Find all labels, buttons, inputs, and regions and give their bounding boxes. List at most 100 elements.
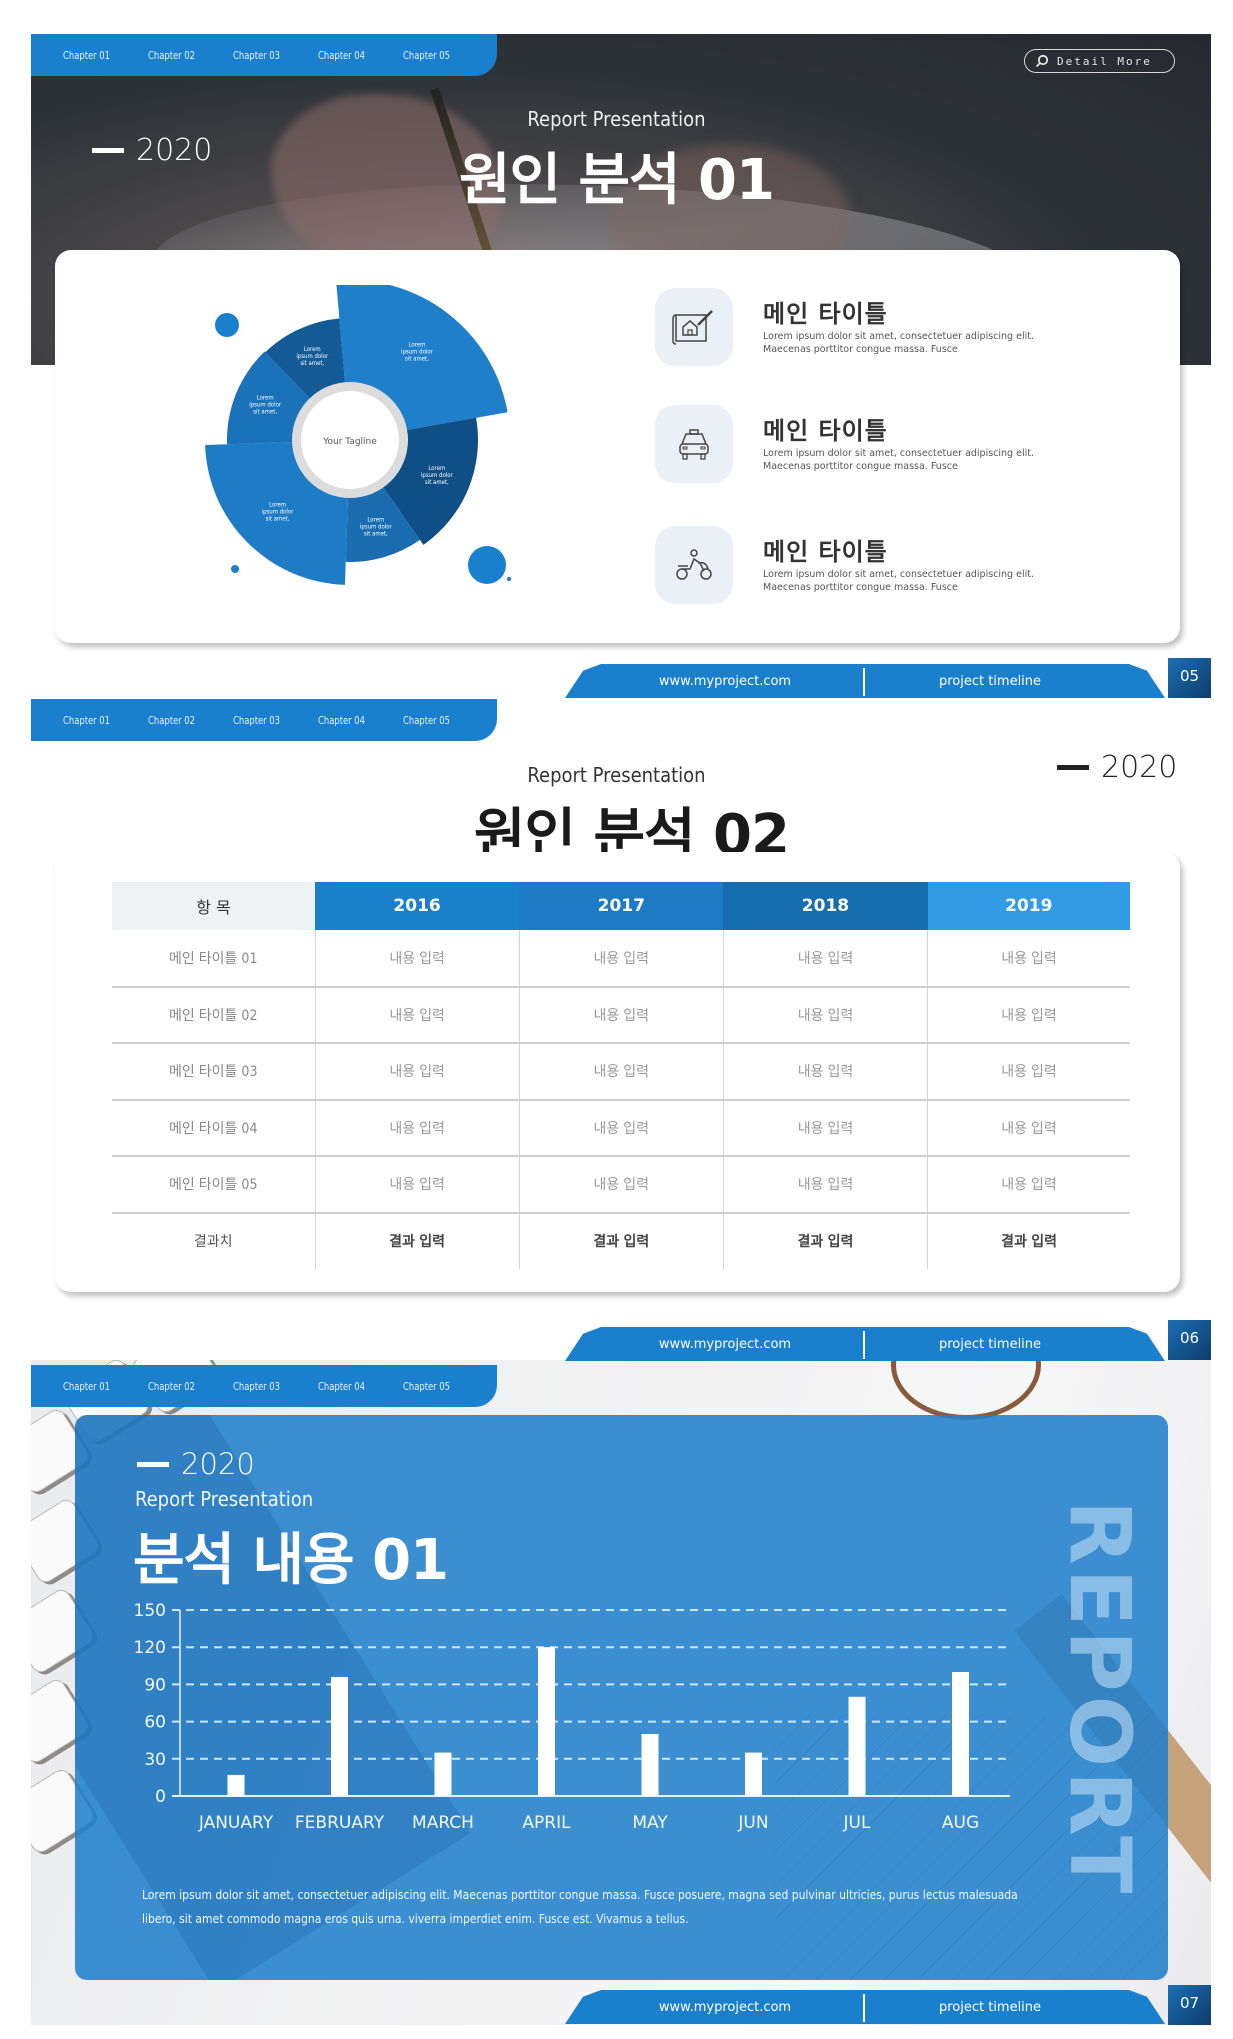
table-cell[interactable]: 내용 입력	[927, 1099, 1130, 1157]
row-label-cell[interactable]: 메인 타이틀 03	[112, 1043, 315, 1101]
donut-center-label: Your Tagline	[322, 437, 377, 447]
table-cell[interactable]: 결과 입력	[927, 1212, 1130, 1269]
column-header-2018: 2018	[723, 882, 928, 930]
table-cell[interactable]: 내용 입력	[314, 986, 520, 1044]
donut-segment-label: ipsum dolor	[249, 402, 282, 409]
decor-dot	[215, 313, 239, 337]
decor-dot	[468, 546, 506, 584]
table-header-row: 항 목 2016 2017 2018 2019	[112, 882, 1130, 930]
table-cell[interactable]: 내용 입력	[518, 1043, 724, 1101]
chapter-tab-5[interactable]: Chapter 05	[403, 1380, 475, 1393]
table-cell[interactable]: 내용 입력	[722, 986, 928, 1044]
detail-more-button[interactable]: Detail More	[1024, 49, 1175, 73]
report-vertical-watermark: REPORT	[1051, 1500, 1149, 1898]
table-cell[interactable]: 내용 입력	[722, 1156, 928, 1214]
row-label-cell[interactable]: 메인 타이틀 04	[112, 1099, 315, 1157]
table-cell[interactable]: 내용 입력	[927, 930, 1130, 988]
table-cell[interactable]: 결과 입력	[314, 1212, 520, 1269]
slide3-top-footer-overlap	[565, 1322, 1165, 1356]
donut-segment-label: ipsum dolor	[262, 508, 295, 515]
chapter-tab-5[interactable]: Chapter 05	[403, 49, 475, 62]
slide3-year-text: 2020	[181, 1447, 255, 1481]
page-number: 05	[1168, 658, 1211, 698]
slide3-chapter-nav: Chapter 01 Chapter 02 Chapter 03 Chapter…	[31, 1365, 497, 1407]
slide2-subtitle: Report Presentation	[527, 763, 706, 787]
page-number: 07	[1168, 1985, 1211, 2025]
footer-url-link[interactable]: www.myproject.com	[605, 1990, 845, 2024]
donut-segment-label: Lorem	[304, 346, 321, 353]
feature-desc: Lorem ipsum dolor sit amet, consectetuer…	[763, 448, 1034, 472]
glasses-decor	[891, 1360, 1041, 1420]
detail-more-label: Detail More	[1057, 54, 1152, 68]
column-header-2019: 2019	[927, 882, 1130, 930]
chapter-tab-4[interactable]: Chapter 04	[318, 49, 390, 62]
feature-item-2: 메인 타이틀 Lorem ipsum dolor sit amet, conse…	[655, 405, 1075, 485]
table-result-row: 결과치 결과 입력 결과 입력 결과 입력 결과 입력	[112, 1212, 1130, 1270]
chapter-tab-3[interactable]: Chapter 03	[233, 1380, 305, 1393]
slide3-paragraph: Lorem ipsum dolor sit amet, consectetuer…	[142, 1888, 1018, 1926]
feature-title: 메인 타이틀	[763, 538, 888, 566]
donut-segment-label: ipsum dolor	[360, 523, 393, 530]
row-label-cell[interactable]: 메인 타이틀 05	[112, 1156, 315, 1214]
chapter-tab-3[interactable]: Chapter 03	[233, 714, 305, 727]
slide3-subtitle: Report Presentation	[135, 1487, 314, 1511]
chapter-tab-3[interactable]: Chapter 03	[233, 49, 305, 62]
chapter-tab-1[interactable]: Chapter 01	[63, 49, 135, 62]
chapter-tab-2[interactable]: Chapter 02	[148, 1380, 220, 1393]
table-cell[interactable]: 내용 입력	[518, 1156, 724, 1214]
table-row: 메인 타이틀 01 내용 입력 내용 입력 내용 입력 내용 입력	[112, 930, 1130, 988]
chapter-tab-2[interactable]: Chapter 02	[148, 714, 220, 727]
feature-desc: Lorem ipsum dolor sit amet, consectetuer…	[763, 569, 1034, 593]
footer-divider	[863, 1994, 865, 2022]
table-cell[interactable]: 내용 입력	[518, 986, 724, 1044]
donut-segment-label: ipsum dolor	[401, 349, 434, 356]
table-cell[interactable]: 내용 입력	[314, 1043, 520, 1101]
donut-segment-label: sit amet,	[266, 515, 290, 522]
decor-dot	[507, 577, 511, 581]
chapter-tab-1[interactable]: Chapter 01	[63, 1380, 135, 1393]
slide3-title: 분석 내용 01	[133, 1528, 449, 1593]
house-blueprint-icon	[655, 288, 733, 366]
feature-title: 메인 타이틀	[763, 300, 888, 328]
slide1-subtitle: Report Presentation	[527, 107, 706, 131]
chapter-tab-2[interactable]: Chapter 02	[148, 49, 220, 62]
data-table: 항 목 2016 2017 2018 2019 메인 타이틀 01 내용 입력 내용…	[112, 882, 1130, 1269]
chapter-tab-5[interactable]: Chapter 05	[403, 714, 475, 727]
slide1-footer: www.myproject.com project timeline	[565, 664, 1165, 698]
table-row: 메인 타이틀 02 내용 입력 내용 입력 내용 입력 내용 입력	[112, 986, 1130, 1044]
donut-segment-label: Lorem	[367, 516, 384, 523]
table-cell[interactable]: 내용 입력	[314, 1156, 520, 1214]
table-cell[interactable]: 결과 입력	[518, 1212, 724, 1269]
footer-url-link[interactable]: www.myproject.com	[605, 664, 845, 698]
dash-decoration	[137, 1461, 169, 1467]
table-cell[interactable]: 내용 입력	[314, 1099, 520, 1157]
table-cell[interactable]: 내용 입력	[927, 1156, 1130, 1214]
donut-diagram: Your Tagline Loremipsum dolorsit amet,Lo…	[205, 285, 511, 585]
table-row: 메인 타이틀 05 내용 입력 내용 입력 내용 입력 내용 입력	[112, 1156, 1130, 1214]
footer-divider	[863, 668, 865, 696]
chapter-tab-4[interactable]: Chapter 04	[318, 1380, 390, 1393]
table-cell[interactable]: 내용 입력	[722, 930, 928, 988]
donut-segment-label: Lorem	[257, 395, 274, 402]
row-label-cell[interactable]: 메인 타이틀 01	[112, 930, 315, 988]
table-cell[interactable]: 내용 입력	[518, 1099, 724, 1157]
slide2-chapter-nav: Chapter 01 Chapter 02 Chapter 03 Chapter…	[31, 699, 497, 741]
slide3-year: 2020	[137, 1447, 255, 1481]
donut-segment-label: sit amet,	[300, 360, 324, 367]
chapter-tab-1[interactable]: Chapter 01	[63, 714, 135, 727]
footer-timeline-link[interactable]: project timeline	[870, 664, 1110, 698]
table-cell[interactable]: 내용 입력	[518, 930, 724, 988]
table-cell[interactable]: 내용 입력	[927, 1043, 1130, 1101]
table-cell[interactable]: 내용 입력	[927, 986, 1130, 1044]
table-cell[interactable]: 결과 입력	[722, 1212, 928, 1269]
table-cell[interactable]: 내용 입력	[722, 1043, 928, 1101]
feature-title: 메인 타이틀	[763, 417, 888, 445]
row-label-cell[interactable]: 결과치	[112, 1213, 315, 1270]
chapter-tab-4[interactable]: Chapter 04	[318, 714, 390, 727]
table-cell[interactable]: 내용 입력	[314, 930, 520, 988]
row-label-cell[interactable]: 메인 타이틀 02	[112, 986, 315, 1044]
search-icon	[1035, 54, 1049, 68]
footer-timeline-link[interactable]: project timeline	[870, 1990, 1110, 2024]
table-cell[interactable]: 내용 입력	[722, 1099, 928, 1157]
column-header-2017: 2017	[519, 882, 724, 930]
